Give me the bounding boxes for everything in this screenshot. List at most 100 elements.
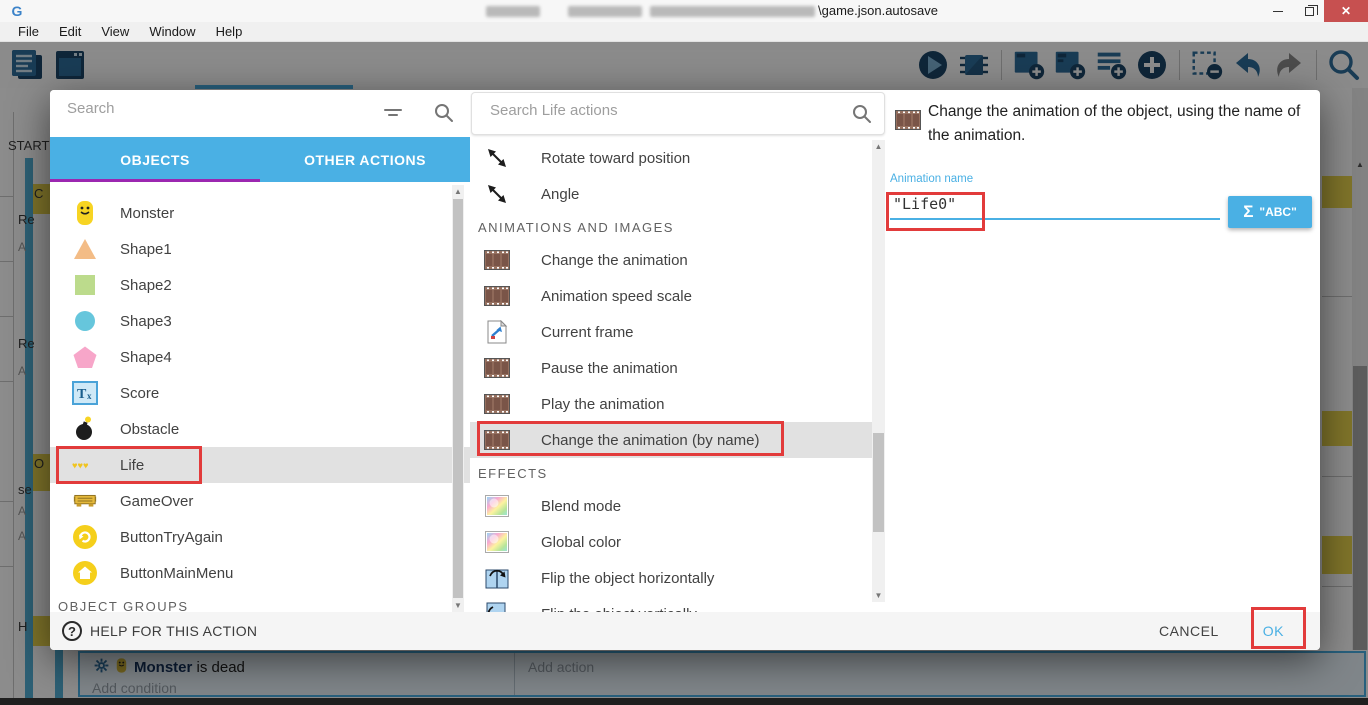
object-list-scrollbar[interactable]: ▲ ▼ — [452, 185, 464, 612]
menu-edit[interactable]: Edit — [49, 24, 91, 39]
redacted-title-text — [486, 6, 540, 17]
dialog-footer: ? HELP FOR THIS ACTION CANCEL OK — [50, 612, 1320, 650]
action-row[interactable]: Rotate toward position — [470, 140, 872, 176]
object-row-score[interactable]: TxScore — [50, 375, 470, 411]
object-search-row — [50, 90, 470, 137]
menu-help[interactable]: Help — [206, 24, 253, 39]
action-row[interactable]: Current frame — [470, 314, 872, 350]
help-button[interactable]: ? HELP FOR THIS ACTION — [62, 621, 257, 641]
action-search-input[interactable] — [490, 102, 820, 119]
menu-view[interactable]: View — [91, 24, 139, 39]
action-editor-dialog: OBJECTS OTHER ACTIONS Monster Shape1 Shape… — [50, 90, 1320, 650]
menu-window[interactable]: Window — [139, 24, 205, 39]
object-label: Shape1 — [120, 241, 172, 258]
cancel-button[interactable]: CANCEL — [1159, 623, 1219, 639]
bomb-icon — [72, 416, 98, 442]
action-label: Pause the animation — [541, 360, 678, 377]
object-row-buttonmainmenu[interactable]: ButtonMainMenu — [50, 555, 470, 591]
hearts-icon: ♥♥♥ — [72, 452, 98, 478]
rotate-arrow-icon — [484, 181, 510, 207]
action-list-scrollbar[interactable]: ▲ ▼ — [872, 140, 885, 602]
action-parameters-panel: Change the animation of the object, usin… — [890, 90, 1320, 612]
object-selector-panel: OBJECTS OTHER ACTIONS Monster Shape1 Shape… — [50, 90, 470, 612]
window-title: \game.json.autosave — [818, 3, 938, 18]
circle-icon — [72, 308, 98, 334]
action-row[interactable]: Animation speed scale — [470, 278, 872, 314]
ok-button[interactable]: OK — [1263, 623, 1284, 639]
help-icon: ? — [62, 621, 82, 641]
action-label: Animation speed scale — [541, 288, 692, 305]
action-row[interactable]: Flip the object horizontally — [470, 560, 872, 596]
action-row[interactable]: Blend mode — [470, 488, 872, 524]
action-row[interactable]: Pause the animation — [470, 350, 872, 386]
banner-icon — [72, 488, 98, 514]
blend-mode-icon — [484, 493, 510, 519]
sigma-icon: Σ — [1243, 202, 1253, 222]
action-section-header: EFFECTS — [470, 458, 872, 488]
action-row[interactable]: Angle — [470, 176, 872, 212]
object-row-monster[interactable]: Monster — [50, 195, 470, 231]
flip-vertical-icon — [484, 601, 510, 612]
object-row-buttontryagain[interactable]: ButtonTryAgain — [50, 519, 470, 555]
scrollbar-thumb[interactable] — [873, 433, 884, 532]
close-button[interactable]: ✕ — [1324, 0, 1368, 22]
action-label: Rotate toward position — [541, 150, 690, 167]
monster-icon — [72, 200, 98, 226]
filter-icon[interactable] — [382, 102, 404, 129]
menu-bar: FileEditViewWindowHelp — [0, 22, 1368, 42]
object-row-life[interactable]: ♥♥♥ Life — [50, 447, 470, 483]
action-label: Flip the object horizontally — [541, 570, 714, 587]
help-label: HELP FOR THIS ACTION — [90, 623, 257, 639]
blend-mode-icon — [484, 529, 510, 555]
rotate-arrow-icon — [484, 145, 510, 171]
action-label: Angle — [541, 186, 579, 203]
object-row-shape1[interactable]: Shape1 — [50, 231, 470, 267]
redacted-title-text — [650, 6, 815, 17]
action-list: Rotate toward positionAngleANIMATIONS AN… — [470, 140, 872, 612]
action-row[interactable]: Flip the object vertically — [470, 596, 872, 612]
retry-button-icon — [72, 524, 98, 550]
expression-editor-button[interactable]: Σ "ABC" — [1228, 196, 1312, 228]
title-bar: G \game.json.autosave ✕ — [0, 0, 1368, 22]
object-search-input[interactable] — [67, 100, 367, 117]
tab-other-actions[interactable]: OTHER ACTIONS — [260, 137, 470, 182]
action-label: Play the animation — [541, 396, 664, 413]
object-row-obstacle[interactable]: Obstacle — [50, 411, 470, 447]
action-row[interactable]: Change the animation — [470, 242, 872, 278]
object-label: ButtonMainMenu — [120, 565, 233, 582]
object-row-gameover[interactable]: GameOver — [50, 483, 470, 519]
object-row-shape4[interactable]: Shape4 — [50, 339, 470, 375]
animation-name-input[interactable] — [890, 190, 1220, 220]
triangle-icon — [72, 236, 98, 262]
object-label: Shape4 — [120, 349, 172, 366]
search-icon[interactable] — [432, 101, 456, 130]
object-label: Shape3 — [120, 313, 172, 330]
film-strip-icon — [484, 355, 510, 381]
minimize-button[interactable] — [1262, 0, 1294, 22]
svg-text:T: T — [77, 387, 87, 402]
action-row[interactable]: Global color — [470, 524, 872, 560]
redacted-title-text — [568, 6, 642, 17]
action-row[interactable]: Play the animation — [470, 386, 872, 422]
action-description: Change the animation of the object, usin… — [928, 100, 1320, 148]
frame-page-icon — [484, 319, 510, 345]
film-strip-icon — [484, 391, 510, 417]
menu-file[interactable]: File — [8, 24, 49, 39]
object-label: Life — [120, 457, 144, 474]
object-tabs: OBJECTS OTHER ACTIONS — [50, 137, 470, 182]
tab-objects[interactable]: OBJECTS — [50, 137, 260, 182]
object-row-shape2[interactable]: Shape2 — [50, 267, 470, 303]
film-strip-icon — [484, 283, 510, 309]
action-selector-panel: Rotate toward positionAngleANIMATIONS AN… — [470, 90, 890, 612]
search-icon[interactable] — [850, 102, 874, 131]
restore-button[interactable] — [1294, 0, 1324, 22]
square-icon — [72, 272, 98, 298]
home-button-icon — [72, 560, 98, 586]
gdevelop-logo-icon: G — [8, 2, 26, 20]
pentagon-icon — [72, 344, 98, 370]
object-groups-header: OBJECT GROUPS — [50, 591, 470, 612]
object-row-shape3[interactable]: Shape3 — [50, 303, 470, 339]
object-list: Monster Shape1 Shape2 Shape3 Shape4 TxScoreOb… — [50, 182, 470, 612]
scrollbar-thumb[interactable] — [453, 199, 463, 598]
action-row[interactable]: Change the animation (by name) — [470, 422, 872, 458]
